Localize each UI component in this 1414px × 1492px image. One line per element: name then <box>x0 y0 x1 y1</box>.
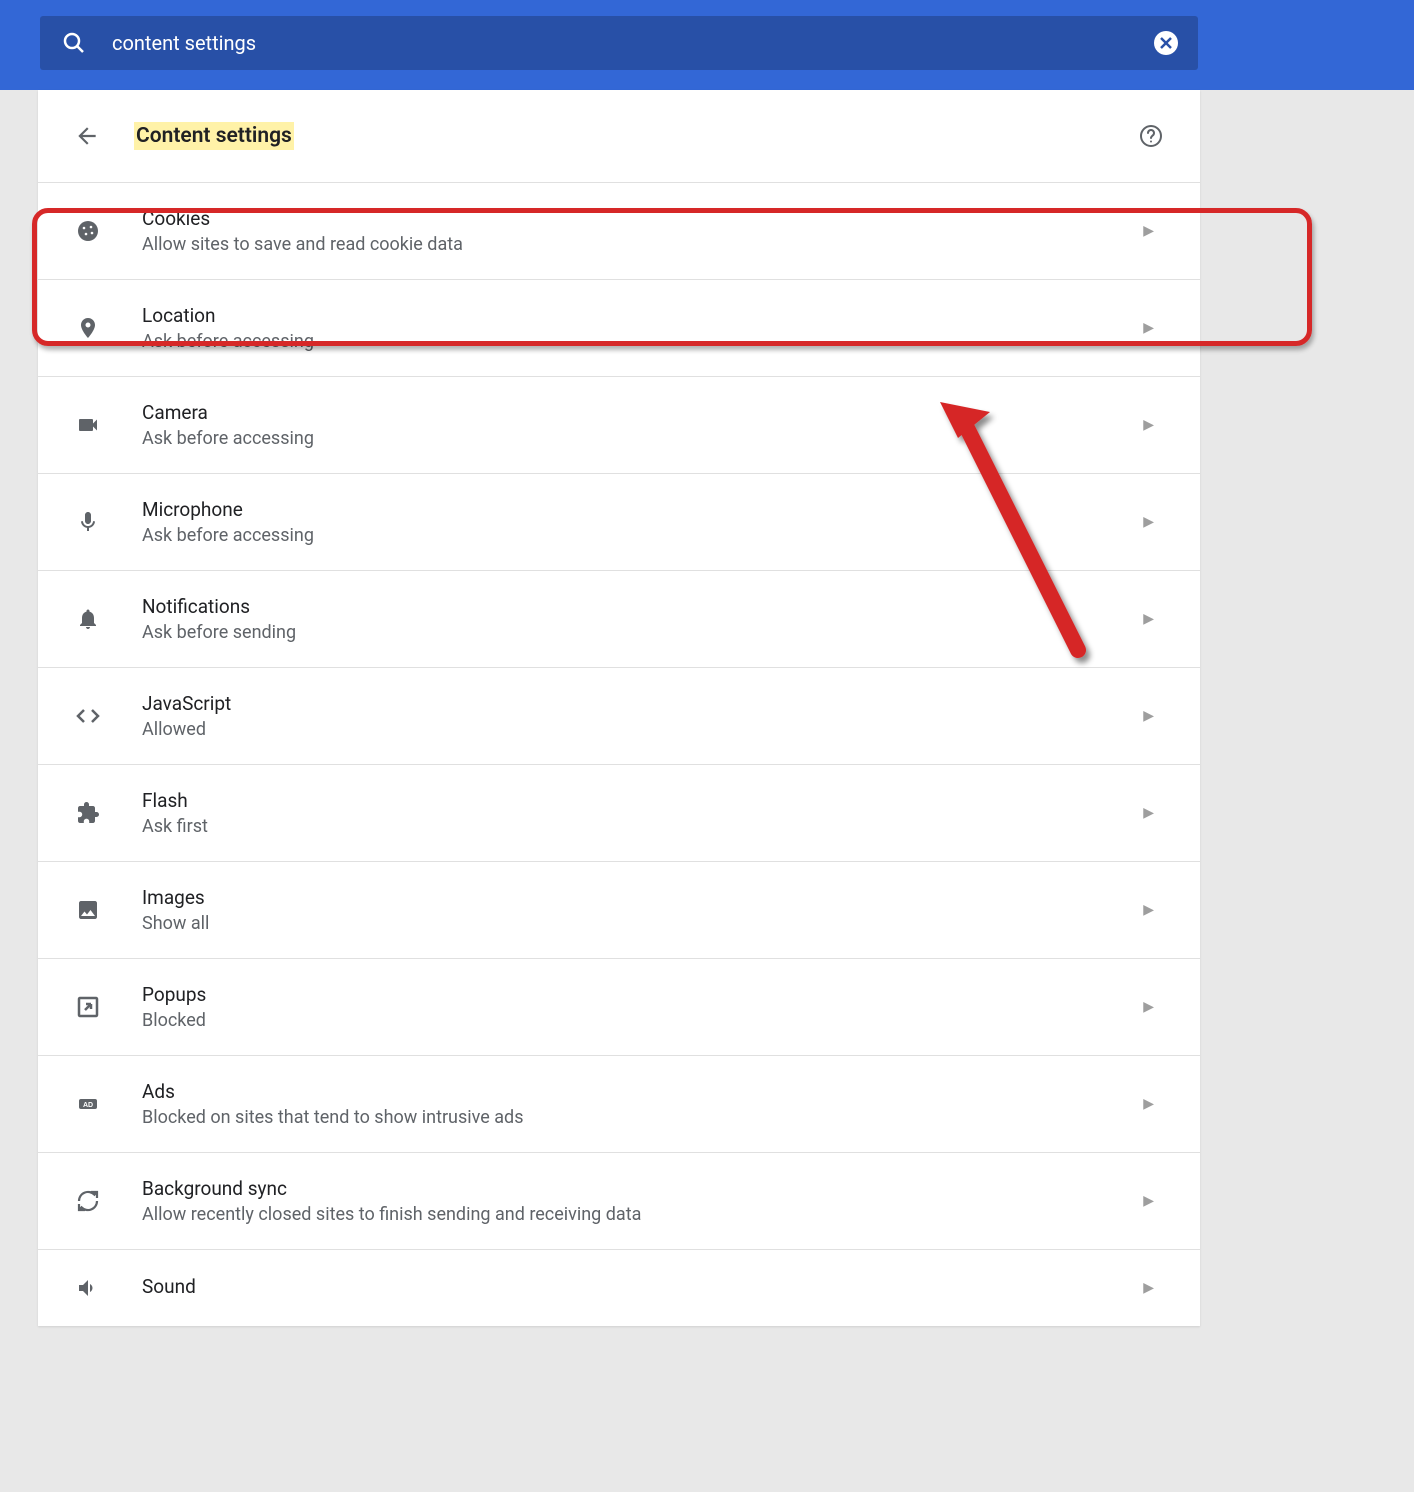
row-flash[interactable]: Flash Ask first ▶ <box>38 765 1200 862</box>
row-location[interactable]: Location Ask before accessing ▶ <box>38 280 1200 377</box>
row-title: Cookies <box>142 207 1143 230</box>
cookie-icon <box>74 217 102 245</box>
row-javascript[interactable]: JavaScript Allowed ▶ <box>38 668 1200 765</box>
row-sub: Allow recently closed sites to finish se… <box>142 1204 1143 1225</box>
svg-text:AD: AD <box>83 1102 93 1109</box>
sync-icon <box>74 1187 102 1215</box>
row-title: Popups <box>142 983 1143 1006</box>
row-text: Popups Blocked <box>142 983 1143 1031</box>
row-sub: Blocked on sites that tend to show intru… <box>142 1107 1143 1128</box>
row-text: Ads Blocked on sites that tend to show i… <box>142 1080 1143 1128</box>
top-header: content settings <box>0 0 1414 90</box>
row-title: Camera <box>142 401 1143 424</box>
row-cookies[interactable]: Cookies Allow sites to save and read coo… <box>38 182 1200 280</box>
code-icon <box>74 702 102 730</box>
chevron-right-icon: ▶ <box>1143 1280 1154 1296</box>
row-ads[interactable]: AD Ads Blocked on sites that tend to sho… <box>38 1056 1200 1153</box>
row-sound[interactable]: Sound ▶ <box>38 1250 1200 1326</box>
chevron-right-icon: ▶ <box>1143 1096 1154 1112</box>
row-text: Microphone Ask before accessing <box>142 498 1143 546</box>
chevron-right-icon: ▶ <box>1143 999 1154 1015</box>
popup-icon <box>74 993 102 1021</box>
row-sub: Blocked <box>142 1010 1143 1031</box>
location-icon <box>74 314 102 342</box>
chevron-right-icon: ▶ <box>1143 223 1154 239</box>
row-text: Images Show all <box>142 886 1143 934</box>
search-bar[interactable]: content settings <box>40 16 1198 70</box>
chevron-right-icon: ▶ <box>1143 708 1154 724</box>
camera-icon <box>74 411 102 439</box>
row-title: Sound <box>142 1275 1143 1298</box>
row-text: Camera Ask before accessing <box>142 401 1143 449</box>
chevron-right-icon: ▶ <box>1143 902 1154 918</box>
chevron-right-icon: ▶ <box>1143 805 1154 821</box>
clear-icon[interactable] <box>1154 31 1178 55</box>
row-title: Location <box>142 304 1143 327</box>
page-title: Content settings <box>134 122 294 150</box>
row-sub: Ask before accessing <box>142 331 1143 352</box>
bell-icon <box>74 605 102 633</box>
row-title: Notifications <box>142 595 1143 618</box>
row-popups[interactable]: Popups Blocked ▶ <box>38 959 1200 1056</box>
row-title: Ads <box>142 1080 1143 1103</box>
row-text: Background sync Allow recently closed si… <box>142 1177 1143 1225</box>
row-camera[interactable]: Camera Ask before accessing ▶ <box>38 377 1200 474</box>
panel-header: Content settings <box>38 122 1200 182</box>
search-icon <box>60 29 88 57</box>
chevron-right-icon: ▶ <box>1143 611 1154 627</box>
row-text: Cookies Allow sites to save and read coo… <box>142 207 1143 255</box>
image-icon <box>74 896 102 924</box>
ads-icon: AD <box>74 1090 102 1118</box>
row-sub: Ask before accessing <box>142 428 1143 449</box>
row-text: Location Ask before accessing <box>142 304 1143 352</box>
back-arrow-icon[interactable] <box>74 123 100 149</box>
row-notifications[interactable]: Notifications Ask before sending ▶ <box>38 571 1200 668</box>
row-text: Notifications Ask before sending <box>142 595 1143 643</box>
row-sub: Allow sites to save and read cookie data <box>142 234 1143 255</box>
chevron-right-icon: ▶ <box>1143 514 1154 530</box>
chevron-right-icon: ▶ <box>1143 320 1154 336</box>
row-title: Background sync <box>142 1177 1143 1200</box>
row-background-sync[interactable]: Background sync Allow recently closed si… <box>38 1153 1200 1250</box>
row-text: Flash Ask first <box>142 789 1143 837</box>
row-title: Flash <box>142 789 1143 812</box>
row-title: JavaScript <box>142 692 1143 715</box>
row-sub: Ask before sending <box>142 622 1143 643</box>
row-text: JavaScript Allowed <box>142 692 1143 740</box>
extension-icon <box>74 799 102 827</box>
row-sub: Ask before accessing <box>142 525 1143 546</box>
chevron-right-icon: ▶ <box>1143 417 1154 433</box>
row-images[interactable]: Images Show all ▶ <box>38 862 1200 959</box>
row-microphone[interactable]: Microphone Ask before accessing ▶ <box>38 474 1200 571</box>
sound-icon <box>74 1274 102 1302</box>
row-sub: Allowed <box>142 719 1143 740</box>
row-title: Images <box>142 886 1143 909</box>
microphone-icon <box>74 508 102 536</box>
chevron-right-icon: ▶ <box>1143 1193 1154 1209</box>
row-sub: Ask first <box>142 816 1143 837</box>
row-text: Sound <box>142 1275 1143 1302</box>
search-input[interactable]: content settings <box>112 31 1154 55</box>
help-icon[interactable] <box>1138 123 1164 149</box>
row-sub: Show all <box>142 913 1143 934</box>
content-panel: Content settings Cookies Allow sites to … <box>38 90 1200 1326</box>
settings-list: Cookies Allow sites to save and read coo… <box>38 182 1200 1326</box>
row-title: Microphone <box>142 498 1143 521</box>
